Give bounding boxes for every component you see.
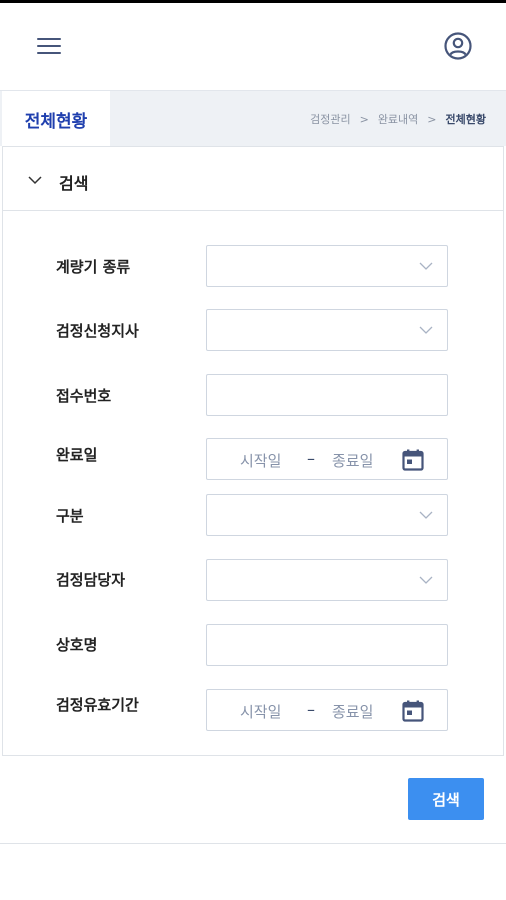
breadcrumb-item-completed[interactable]: 완료내역: [378, 111, 418, 127]
meter-type-label: 계량기 종류: [56, 258, 131, 276]
chevron-down-icon: [28, 176, 42, 185]
chevron-down-icon: [419, 262, 433, 270]
receipt-number-input[interactable]: [206, 374, 448, 416]
inspector-label: 검정담당자: [56, 571, 126, 589]
calendar-icon[interactable]: [401, 448, 425, 472]
search-panel-toggle[interactable]: 검색: [3, 147, 503, 211]
branch-label: 검정신청지사: [56, 322, 139, 340]
user-circle-icon[interactable]: [443, 31, 473, 61]
validity-period-label: 검정유효기간: [56, 696, 139, 714]
receipt-number-label: 접수번호: [56, 387, 112, 405]
date-range-dash: –: [307, 700, 315, 719]
app-header: [0, 3, 506, 90]
inspector-select[interactable]: [206, 559, 448, 601]
end-date-placeholder: 종료일: [332, 703, 374, 721]
breadcrumb-separator: >: [359, 112, 369, 126]
chevron-down-icon: [419, 511, 433, 519]
company-name-label: 상호명: [56, 636, 98, 654]
category-select[interactable]: [206, 494, 448, 536]
meter-type-select[interactable]: [206, 245, 448, 287]
search-button[interactable]: 검색: [408, 778, 484, 820]
hamburger-menu-icon[interactable]: [37, 36, 61, 56]
completion-date-label: 완료일: [56, 446, 98, 464]
start-date-placeholder: 시작일: [240, 452, 282, 470]
date-range-dash: –: [307, 449, 315, 468]
search-panel-title: 검색: [59, 174, 89, 193]
start-date-placeholder: 시작일: [240, 703, 282, 721]
chevron-down-icon: [419, 576, 433, 584]
calendar-icon[interactable]: [401, 699, 425, 723]
chevron-down-icon: [419, 326, 433, 334]
footer-divider: [0, 843, 506, 844]
category-label: 구분: [56, 507, 84, 525]
company-name-input[interactable]: [206, 624, 448, 666]
branch-select[interactable]: [206, 309, 448, 351]
title-bar: 전체현황 검정관리 > 완료내역 > 전체현황: [0, 90, 506, 147]
breadcrumb: 검정관리 > 완료내역 > 전체현황: [310, 91, 486, 147]
page-title: 전체현황: [2, 91, 110, 147]
breadcrumb-item-current: 전체현황: [445, 113, 486, 126]
end-date-placeholder: 종료일: [332, 452, 374, 470]
breadcrumb-separator: >: [427, 112, 437, 126]
breadcrumb-item-inspection-management[interactable]: 검정관리: [310, 111, 350, 127]
completion-date-range[interactable]: 시작일 – 종료일: [206, 438, 448, 480]
validity-period-range[interactable]: 시작일 – 종료일: [206, 689, 448, 731]
